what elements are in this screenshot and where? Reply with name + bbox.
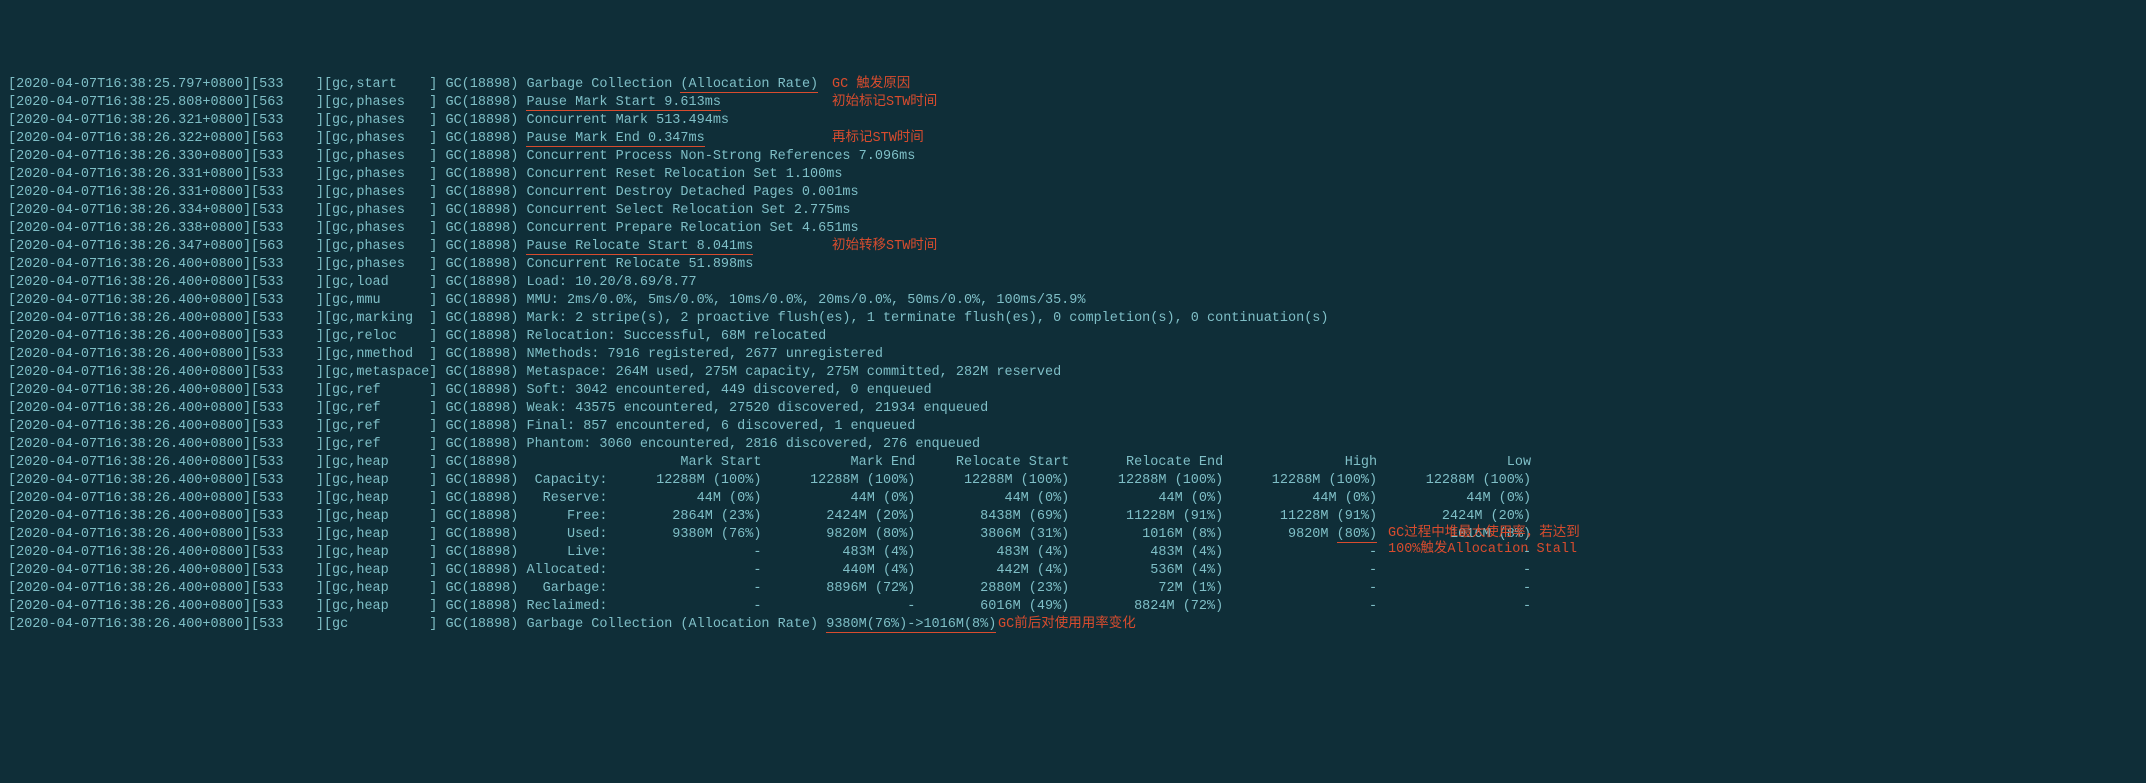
- log-line: [2020-04-07T16:38:25.797+0800][533 ][gc,…: [8, 76, 2138, 94]
- heap-header-row: [2020-04-07T16:38:26.400+0800][533 ][gc,…: [8, 454, 2138, 472]
- highlight-text: Pause Mark End 0.347ms: [526, 131, 704, 147]
- gc-summary-line: [2020-04-07T16:38:26.400+0800][533 ][gc …: [8, 616, 2138, 634]
- log-line: [2020-04-07T16:38:26.322+0800][563 ][gc,…: [8, 130, 2138, 148]
- highlight-text: Pause Mark Start 9.613ms: [526, 95, 720, 111]
- gc-log-output: [2020-04-07T16:38:25.797+0800][533 ][gc,…: [8, 76, 2138, 634]
- log-line: [2020-04-07T16:38:26.400+0800][533 ][gc,…: [8, 418, 2138, 436]
- heap-data-row: [2020-04-07T16:38:26.400+0800][533 ][gc,…: [8, 490, 2138, 508]
- heap-data-row: [2020-04-07T16:38:26.400+0800][533 ][gc,…: [8, 598, 2138, 616]
- annotation-label: 初始转移STW时间: [832, 238, 937, 256]
- log-line: [2020-04-07T16:38:26.321+0800][533 ][gc,…: [8, 112, 2138, 130]
- log-line: [2020-04-07T16:38:26.400+0800][533 ][gc,…: [8, 292, 2138, 310]
- log-line: [2020-04-07T16:38:26.400+0800][533 ][gc,…: [8, 436, 2138, 454]
- heap-data-row: [2020-04-07T16:38:26.400+0800][533 ][gc,…: [8, 562, 2138, 580]
- log-line: [2020-04-07T16:38:26.400+0800][533 ][gc,…: [8, 310, 2138, 328]
- log-line: [2020-04-07T16:38:26.331+0800][533 ][gc,…: [8, 166, 2138, 184]
- highlight-text: Pause Relocate Start 8.041ms: [526, 239, 753, 255]
- annotation-label: 初始标记STW时间: [832, 94, 937, 112]
- heap-data-row: [2020-04-07T16:38:26.400+0800][533 ][gc,…: [8, 526, 2138, 544]
- highlight-text: 9380M(76%)->1016M(8%): [826, 617, 996, 633]
- log-line: [2020-04-07T16:38:26.400+0800][533 ][gc,…: [8, 400, 2138, 418]
- log-line: [2020-04-07T16:38:26.400+0800][533 ][gc,…: [8, 274, 2138, 292]
- log-line: [2020-04-07T16:38:25.808+0800][563 ][gc,…: [8, 94, 2138, 112]
- log-line: [2020-04-07T16:38:26.400+0800][533 ][gc,…: [8, 328, 2138, 346]
- heap-data-row: [2020-04-07T16:38:26.400+0800][533 ][gc,…: [8, 472, 2138, 490]
- highlight-text: (Allocation Rate): [680, 77, 818, 93]
- annotation-label: 再标记STW时间: [832, 130, 924, 148]
- log-line: [2020-04-07T16:38:26.330+0800][533 ][gc,…: [8, 148, 2138, 166]
- log-line: [2020-04-07T16:38:26.400+0800][533 ][gc,…: [8, 364, 2138, 382]
- annotation-label: GC 触发原因: [832, 76, 910, 94]
- annotation-label: GC前后对使用用率变化: [998, 616, 1136, 634]
- log-line: [2020-04-07T16:38:26.338+0800][533 ][gc,…: [8, 220, 2138, 238]
- log-line: [2020-04-07T16:38:26.331+0800][533 ][gc,…: [8, 184, 2138, 202]
- heap-data-row: [2020-04-07T16:38:26.400+0800][533 ][gc,…: [8, 580, 2138, 598]
- log-line: [2020-04-07T16:38:26.400+0800][533 ][gc,…: [8, 346, 2138, 364]
- log-line: [2020-04-07T16:38:26.347+0800][563 ][gc,…: [8, 238, 2138, 256]
- log-line: [2020-04-07T16:38:26.334+0800][533 ][gc,…: [8, 202, 2138, 220]
- log-line: [2020-04-07T16:38:26.400+0800][533 ][gc,…: [8, 382, 2138, 400]
- heap-data-row: [2020-04-07T16:38:26.400+0800][533 ][gc,…: [8, 544, 2138, 562]
- highlight-text: (80%): [1337, 527, 1378, 543]
- heap-data-row: [2020-04-07T16:38:26.400+0800][533 ][gc,…: [8, 508, 2138, 526]
- log-line: [2020-04-07T16:38:26.400+0800][533 ][gc,…: [8, 256, 2138, 274]
